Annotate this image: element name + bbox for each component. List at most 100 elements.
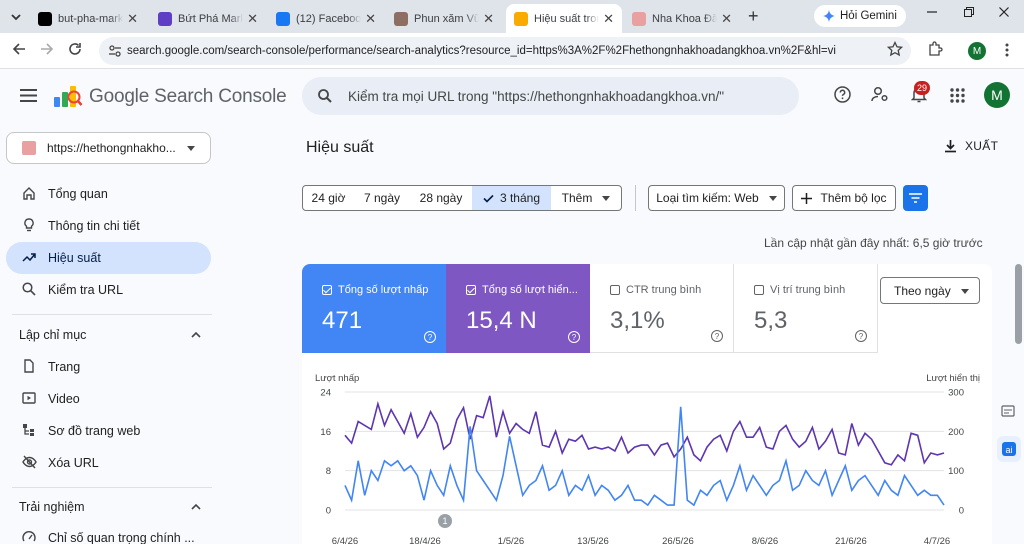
section-indexing[interactable]: Lập chỉ mục [19, 328, 86, 342]
y-right-tick-label: 0 [959, 506, 964, 517]
page-scrollbar[interactable] [1015, 264, 1022, 344]
tab-favicon-icon [38, 11, 52, 26]
sidebar-item-performance[interactable]: Hiệu suất [6, 242, 211, 274]
close-tab-icon[interactable]: ✕ [483, 11, 494, 27]
back-icon[interactable] [12, 42, 26, 56]
account-avatar[interactable]: M [984, 82, 1010, 108]
tab-title: (12) Facebook [296, 12, 362, 25]
browser-toolbar: search.google.com/search-console/perform… [0, 33, 1024, 69]
manage-users-icon[interactable] [871, 86, 889, 103]
sidebar-item-pages[interactable]: Trang [6, 351, 211, 383]
sidebar-item-label: Sơ đồ trang web [48, 424, 141, 438]
section-experience[interactable]: Trải nghiệm [19, 500, 85, 514]
last-update-text: Lần cập nhật gần đây nhất: 6,5 giờ trước [764, 236, 983, 250]
x-tick-label: 6/4/26 [332, 536, 358, 544]
close-window-icon[interactable] [998, 6, 1010, 18]
chevron-up-icon[interactable] [191, 331, 201, 338]
tab-title: but-pha-marke [58, 12, 124, 25]
sidebar-item-url-inspection[interactable]: Kiểm tra URL [6, 274, 211, 306]
chip-more[interactable]: Thêm [551, 185, 622, 211]
close-tab-icon[interactable]: ✕ [721, 11, 732, 27]
chip-3months[interactable]: 3 tháng [472, 185, 552, 211]
browser-tab[interactable]: Phun xăm Vũng✕ [386, 4, 502, 33]
search-type-filter[interactable]: Loại tìm kiếm: Web [648, 185, 785, 211]
sidebar-item-label: Thông tin chi tiết [48, 219, 140, 233]
apps-grid-icon[interactable] [950, 88, 965, 103]
close-tab-icon[interactable]: ✕ [603, 11, 614, 27]
y-right-tick-label: 100 [948, 466, 964, 477]
new-tab-button[interactable]: + [748, 6, 759, 27]
sidebar-item-removals[interactable]: Xóa URL [6, 447, 211, 479]
video-icon [22, 391, 36, 405]
browser-tab[interactable]: Nha Khoa Đăng✕ [624, 4, 740, 33]
screenshot-tool-icon[interactable] [1001, 404, 1015, 418]
sidebar-item-label: Chỉ số quan trọng chính ... [48, 531, 195, 544]
filter-settings-button[interactable] [903, 185, 928, 211]
chip-divider [635, 185, 636, 211]
minimize-icon[interactable] [926, 6, 938, 18]
sidebar-divider [12, 314, 212, 315]
tab-title: Nha Khoa Đăng [652, 12, 718, 25]
browser-tab-strip: but-pha-marke✕Bứt Phá Marke✕(12) Faceboo… [0, 0, 1024, 33]
search-console-logo-icon[interactable] [53, 83, 83, 109]
sidebar-item-label: Trang [48, 360, 81, 374]
close-tab-icon[interactable]: ✕ [365, 11, 376, 27]
gemini-button[interactable]: Hỏi Gemini [814, 5, 906, 27]
sidebar-item-overview[interactable]: Tổng quan [6, 178, 211, 210]
site-info-icon[interactable] [108, 44, 122, 58]
home-icon [22, 186, 36, 200]
sidebar-item-insights[interactable]: Thông tin chi tiết [6, 210, 211, 242]
chip-label: Thêm bộ lọc [820, 191, 887, 205]
annotation-marker[interactable]: 1 [438, 514, 452, 528]
chip-28days[interactable]: 28 ngày [410, 185, 473, 211]
chip-label: Loại tìm kiếm: Web [656, 191, 759, 205]
browser-tab[interactable]: Bứt Phá Marke ✕ [150, 4, 266, 33]
restore-icon[interactable] [963, 6, 975, 18]
address-bar[interactable]: search.google.com/search-console/perform… [99, 37, 911, 65]
sidebar-item-label: Tổng quan [48, 187, 108, 201]
add-filter-button[interactable]: Thêm bộ lọc [792, 185, 896, 211]
forward-icon[interactable] [40, 42, 54, 56]
property-selector[interactable]: https://hethongnhakho... [6, 132, 211, 164]
browser-menu-icon[interactable] [1005, 43, 1009, 57]
tab-title: Phun xăm Vũng [414, 12, 480, 25]
y-right-tick-label: 300 [948, 388, 964, 399]
dropdown-arrow-icon [768, 195, 777, 201]
group-by-value: Theo ngày [894, 283, 951, 298]
tab-search-icon[interactable] [8, 9, 24, 25]
browser-tab[interactable]: (12) Facebook ✕ [268, 4, 384, 33]
document-icon [22, 359, 36, 373]
sitemap-icon [22, 423, 36, 437]
url-inspect-search[interactable]: Kiểm tra mọi URL trong "https://hethongn… [302, 77, 799, 115]
close-tab-icon[interactable]: ✕ [127, 11, 138, 27]
y-left-tick-label: 8 [326, 466, 331, 477]
x-tick-label: 4/7/26 [924, 536, 950, 544]
chip-24h[interactable]: 24 giờ [302, 185, 355, 211]
profile-avatar[interactable]: M [968, 42, 986, 60]
app-header: Google Search Console Kiểm tra mọi URL t… [0, 69, 1024, 125]
export-button[interactable]: XUẤT [944, 139, 998, 153]
performance-chart: 24 300 16 200 8 100 0 0 6/4/26 18/4/26 1/5/26 13/5/… [320, 388, 964, 544]
search-placeholder: Kiểm tra mọi URL trong "https://hethongn… [348, 88, 725, 104]
app-name: Google Search Console [89, 86, 287, 107]
url-text: search.google.com/search-console/perform… [127, 45, 836, 57]
chip-7days[interactable]: 7 ngày [354, 185, 411, 211]
bookmark-star-icon[interactable] [887, 41, 903, 57]
ai-assistant-icon[interactable]: ai [997, 436, 1021, 462]
sidebar-item-sitemaps[interactable]: Sơ đồ trang web [6, 415, 211, 447]
extensions-icon[interactable] [927, 41, 943, 57]
impressions-series-line [344, 395, 945, 466]
browser-tab[interactable]: Hiệu suất trong ✕ [506, 4, 622, 33]
reload-icon[interactable] [68, 42, 82, 56]
hamburger-menu-icon[interactable] [20, 89, 37, 102]
close-tab-icon[interactable]: ✕ [247, 11, 258, 27]
chip-label: Thêm [561, 191, 593, 205]
sidebar-item-core-web-vitals[interactable]: Chỉ số quan trọng chính ... [6, 522, 211, 544]
sidebar-item-video[interactable]: Video [6, 383, 211, 415]
group-by-select[interactable]: Theo ngày [880, 277, 980, 304]
sidebar-item-label: Xóa URL [48, 456, 99, 470]
chevron-up-icon[interactable] [191, 503, 201, 510]
plus-icon [801, 192, 813, 204]
browser-tab[interactable]: but-pha-marke ✕ [30, 4, 146, 33]
help-icon[interactable] [834, 86, 851, 103]
